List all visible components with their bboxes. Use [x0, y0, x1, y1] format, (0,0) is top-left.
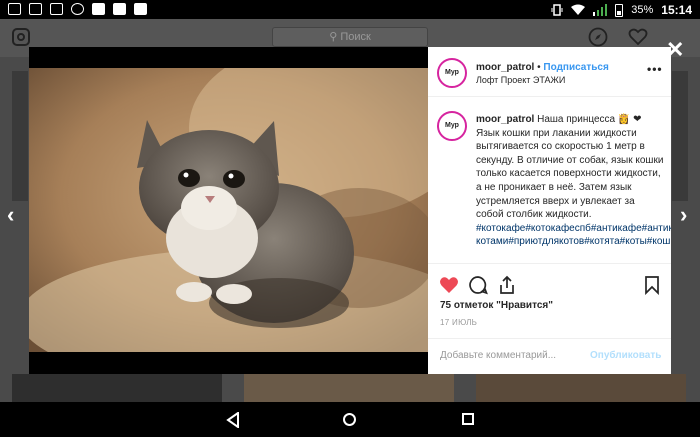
mail-notification-icon	[113, 3, 126, 15]
caption-text: Наша принцесса 👸 ❤ Язык кошки при лакани…	[476, 114, 664, 221]
kitten-image	[29, 68, 428, 352]
search-notification-icon	[71, 3, 84, 15]
heart-icon[interactable]	[628, 27, 648, 47]
post-date: 17 ИЮЛЬ	[440, 318, 478, 327]
app-notification-icon	[8, 3, 21, 15]
separator-dot: •	[537, 62, 541, 73]
status-bar: 35% 15:14	[0, 0, 700, 19]
compass-icon[interactable]	[588, 27, 608, 47]
post-caption-area: Мур moor_patrol Наша принцесса 👸 ❤ Язык …	[428, 98, 671, 263]
username-link[interactable]: moor_patrol	[476, 62, 534, 73]
android-nav-bar	[0, 402, 700, 437]
likes-count[interactable]: 75 отметок "Нравится"	[440, 300, 553, 311]
post-author: moor_patrol • Подписаться	[476, 62, 609, 73]
instagram-logo-icon[interactable]	[12, 28, 30, 46]
messenger-notification-icon	[92, 3, 105, 15]
wifi-icon	[571, 4, 586, 15]
feed-tile	[12, 71, 28, 201]
feed-tile	[672, 71, 688, 201]
battery-icon	[615, 3, 624, 17]
caption-avatar[interactable]: Мур	[437, 111, 467, 141]
search-placeholder: Поиск	[340, 31, 371, 43]
clock: 15:14	[661, 3, 692, 17]
avatar[interactable]: Мур	[437, 58, 467, 88]
comment-box: Добавьте комментарий... Опубликовать	[428, 338, 671, 374]
chevron-right-icon[interactable]: ›	[680, 202, 687, 228]
vibrate-icon	[551, 4, 563, 16]
post-detail-panel: Мур moor_patrol • Подписаться Лофт Проек…	[428, 47, 671, 374]
status-bar-left	[8, 3, 147, 15]
publish-button[interactable]: Опубликовать	[590, 350, 661, 361]
share-icon[interactable]	[497, 275, 517, 295]
nav-recents-icon[interactable]	[462, 413, 474, 425]
like-heart-icon[interactable]	[439, 275, 459, 295]
avatar-logo-text: Мур	[441, 115, 463, 137]
kitten-illustration	[29, 68, 428, 352]
search-icon: ⚲	[329, 31, 341, 43]
post-header: Мур moor_patrol • Подписаться Лофт Проек…	[428, 47, 671, 97]
post-actions: 75 отметок "Нравится" 17 ИЮЛЬ	[428, 263, 671, 343]
gallery-notification-icon	[29, 3, 42, 15]
status-bar-right: 35% 15:14	[551, 3, 692, 17]
nav-back-icon[interactable]	[226, 412, 240, 428]
caption-username[interactable]: moor_patrol	[476, 114, 534, 125]
feed-tile	[244, 374, 454, 402]
avatar-logo-text: Мур	[441, 62, 463, 84]
chevron-left-icon[interactable]: ‹	[7, 202, 14, 228]
comment-icon[interactable]	[468, 275, 488, 295]
comment-input[interactable]: Добавьте комментарий...	[440, 350, 556, 361]
nav-home-icon[interactable]	[343, 413, 356, 426]
signal-icon	[593, 4, 608, 16]
battery-percent: 35%	[631, 4, 654, 16]
caption-hashtags[interactable]: #котокафе#котокафеспб#антикафе#антикафес…	[476, 223, 671, 248]
download-notification-icon	[50, 3, 63, 15]
store-notification-icon	[134, 3, 147, 15]
more-options-icon[interactable]: •••	[647, 62, 663, 76]
location-link[interactable]: Лофт Проект ЭТАЖИ	[476, 75, 565, 85]
post-caption: moor_patrol Наша принцесса 👸 ❤ Язык кошк…	[476, 113, 671, 249]
post-photo[interactable]	[29, 47, 428, 374]
feed-tile	[12, 374, 222, 402]
follow-button[interactable]: Подписаться	[543, 62, 608, 73]
feed-tile	[476, 374, 686, 402]
search-input[interactable]: ⚲ Поиск	[272, 27, 428, 47]
bookmark-icon[interactable]	[642, 275, 662, 295]
